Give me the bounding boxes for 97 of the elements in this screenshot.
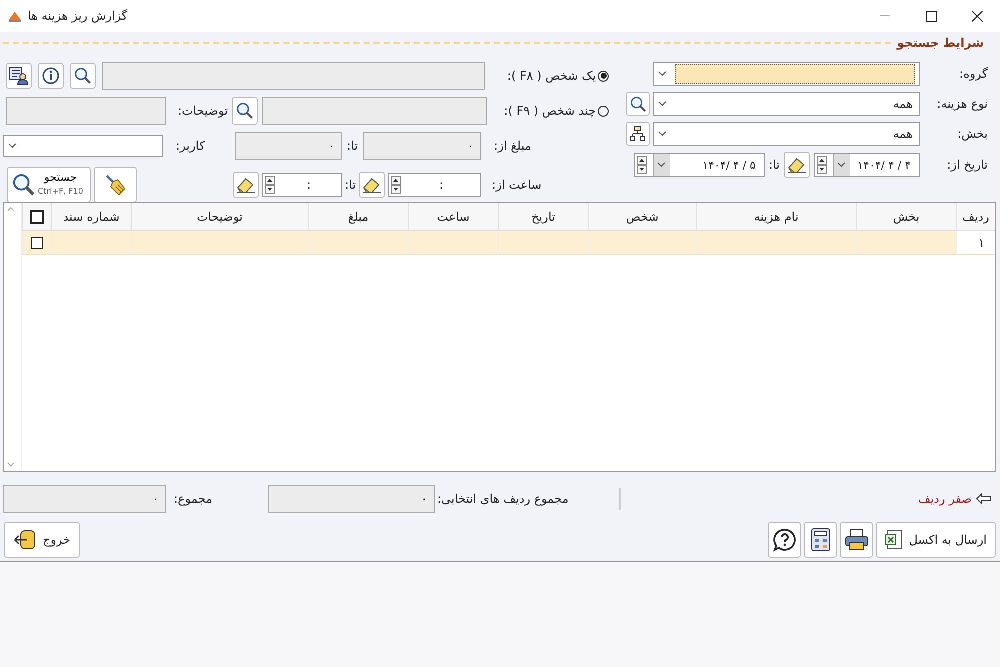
field-label: نوع هزینه: [936, 97, 988, 111]
eraser-icon [236, 176, 256, 194]
app-logo-icon [8, 10, 22, 22]
field-label: گروه: [958, 67, 988, 81]
field-label: کاربر: [176, 139, 206, 153]
excel-export-button[interactable]: ارسال به اکسل [876, 522, 996, 558]
field-label: مجموع ردیف های انتخابی: [438, 492, 569, 506]
column-header[interactable]: بخش [856, 203, 956, 231]
help-button[interactable] [768, 522, 802, 558]
broom-icon [104, 173, 128, 197]
field-label: تا: [347, 139, 358, 153]
date-value: ۱۴۰۴/ ۴ / ۴ [858, 158, 911, 172]
radio-label: چند شخص ( F۹ ): [504, 104, 596, 118]
calculator-icon [810, 528, 831, 552]
eraser-icon [362, 176, 382, 194]
column-header[interactable]: شماره سند [51, 203, 131, 231]
column-header[interactable]: نام هزینه [696, 203, 856, 231]
exit-button[interactable]: خروج [4, 522, 80, 558]
field-label: تا: [768, 158, 780, 172]
search-button[interactable] [626, 92, 650, 116]
section-title: شرایط جستجو [897, 36, 984, 50]
search-icon [74, 67, 92, 85]
spinner-arrows-icon [391, 176, 402, 194]
time-field[interactable]: : [262, 173, 342, 197]
radio-option[interactable]: چند شخص ( F۹ ): [491, 104, 610, 118]
amount-to-field[interactable]: ۰ [235, 132, 342, 160]
selected-sum-field: ۰ [268, 485, 435, 513]
column-header[interactable]: شخص [588, 203, 696, 231]
info-button[interactable] [38, 63, 64, 89]
table-cell: ۱ [956, 231, 995, 255]
info-icon [42, 67, 60, 85]
person-card-icon [9, 66, 30, 86]
search-icon [630, 96, 646, 112]
user-dropdown[interactable] [3, 135, 163, 157]
radio-label: یک شخص ( F۸ ): [507, 69, 596, 83]
dropdown-caret-icon [658, 131, 667, 137]
help-icon [772, 528, 797, 552]
checkbox[interactable] [30, 210, 44, 224]
column-header[interactable]: ردیف [956, 203, 995, 231]
calculator-button[interactable] [804, 522, 838, 558]
date-field[interactable]: ۱۴۰۴/ ۴ / ۴ [814, 153, 920, 177]
department-dropdown[interactable]: همه [653, 122, 920, 146]
clear-filters-button[interactable] [94, 167, 137, 203]
column-header[interactable]: تاریخ [498, 203, 588, 231]
search-button[interactable] [70, 63, 96, 89]
clear-time-button[interactable] [233, 172, 259, 198]
printer-icon [844, 529, 869, 551]
total-field: ۰ [3, 485, 166, 513]
group-dropdown[interactable] [653, 62, 920, 86]
arrow-left-icon [976, 493, 992, 505]
minimize-icon [880, 15, 890, 17]
window-title: گزارش ریز هزینه ها [28, 9, 128, 23]
dropdown-caret-icon [657, 162, 666, 168]
spinner-arrows-icon [636, 156, 647, 174]
column-header[interactable]: ساعت [408, 203, 498, 231]
description-field[interactable] [6, 97, 166, 125]
maximize-icon [926, 10, 936, 22]
radio-option[interactable]: یک شخص ( F۸ ): [491, 69, 610, 83]
clear-date-button[interactable] [784, 152, 810, 178]
date-value: ۱۴۰۴/ ۴ / ۵ [702, 158, 756, 172]
dropdown-caret-icon [837, 162, 846, 168]
expense-type-dropdown[interactable]: همه [653, 92, 920, 116]
person-field[interactable] [102, 62, 486, 90]
exit-door-icon [13, 529, 37, 551]
search-icon [12, 173, 36, 197]
person-card-button[interactable] [6, 63, 32, 89]
zero-rows-link[interactable]: صفر ردیف [918, 492, 992, 506]
amount-from-field[interactable]: ۰ [363, 132, 482, 160]
field-label: بخش: [956, 127, 988, 141]
date-field[interactable]: ۱۴۰۴/ ۴ / ۵ [634, 153, 765, 177]
search-icon [236, 102, 254, 120]
org-chart-icon [630, 126, 646, 142]
dropdown-caret-icon [8, 143, 17, 149]
field-label: مبلغ از: [494, 139, 532, 153]
field-label: ساعت از: [492, 178, 542, 192]
spreadsheet-icon [885, 530, 904, 550]
clear-time-button[interactable] [359, 172, 386, 198]
checkbox[interactable] [31, 236, 43, 248]
org-chart-button[interactable] [626, 122, 650, 146]
persons-field[interactable] [262, 97, 488, 125]
eraser-icon [787, 156, 807, 174]
search-button[interactable] [232, 97, 258, 125]
radio-button[interactable] [598, 70, 610, 82]
radio-button[interactable] [598, 106, 610, 116]
field-label: مجموع: [174, 492, 213, 506]
close-icon [972, 10, 982, 22]
field-label: تا: [345, 178, 356, 192]
time-field[interactable]: : [388, 173, 482, 197]
spinner-arrows-icon [264, 176, 275, 194]
dropdown-caret-icon [658, 101, 667, 107]
field-label: توضیحات: [176, 104, 228, 118]
field-label: تاریخ از: [946, 158, 988, 172]
column-header[interactable]: توضیحات [131, 203, 308, 231]
spinner-arrows-icon [816, 156, 827, 174]
print-button[interactable] [840, 522, 874, 558]
column-header[interactable]: مبلغ [308, 203, 408, 231]
dropdown-caret-icon [658, 71, 667, 77]
